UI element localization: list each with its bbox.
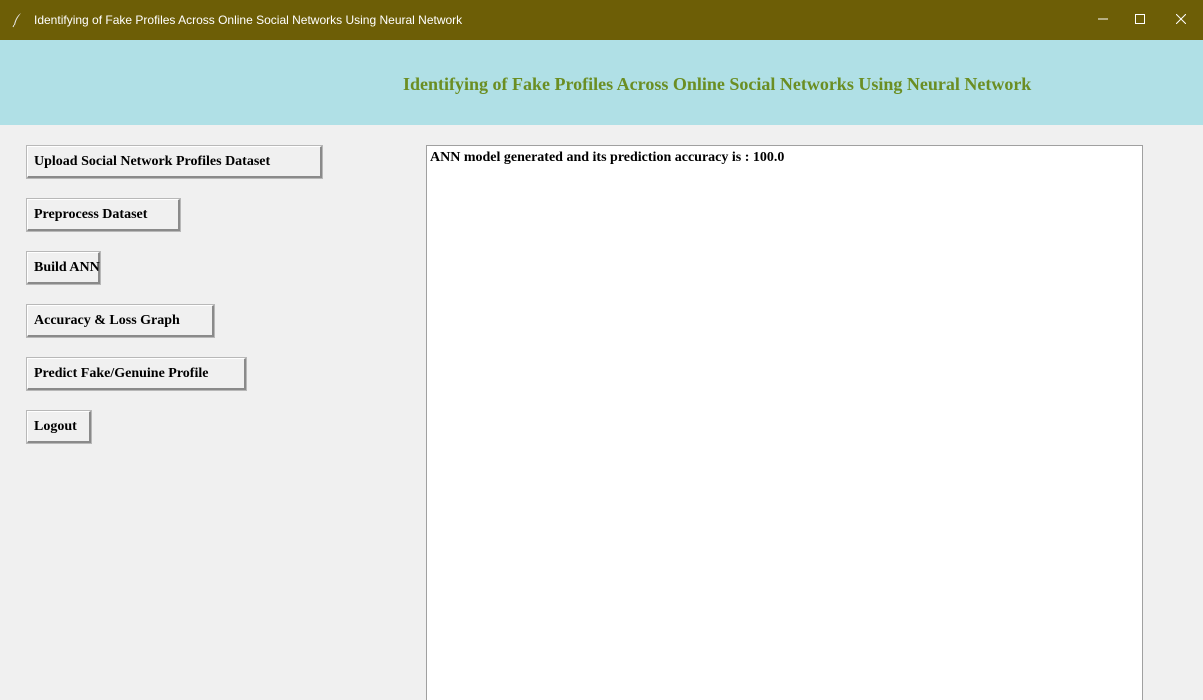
maximize-icon bbox=[1135, 13, 1145, 27]
predict-profile-button[interactable]: Predict Fake/Genuine Profile bbox=[26, 357, 247, 391]
output-line: ANN model generated and its prediction a… bbox=[430, 150, 785, 165]
output-text-area[interactable]: ANN model generated and its prediction a… bbox=[426, 145, 1143, 700]
page-title: Identifying of Fake Profiles Across Onli… bbox=[403, 74, 1032, 94]
preprocess-dataset-button[interactable]: Preprocess Dataset bbox=[26, 198, 181, 232]
upload-dataset-button[interactable]: Upload Social Network Profiles Dataset bbox=[26, 145, 323, 179]
header-banner: Identifying of Fake Profiles Across Onli… bbox=[0, 40, 1203, 125]
accuracy-loss-graph-button[interactable]: Accuracy & Loss Graph bbox=[26, 304, 215, 338]
maximize-button[interactable] bbox=[1117, 0, 1163, 40]
window-title: Identifying of Fake Profiles Across Onli… bbox=[34, 13, 463, 27]
close-icon bbox=[1175, 13, 1187, 27]
build-ann-button[interactable]: Build ANN bbox=[26, 251, 101, 285]
minimize-icon bbox=[1098, 13, 1108, 27]
logout-button[interactable]: Logout bbox=[26, 410, 92, 444]
feather-icon bbox=[10, 12, 26, 28]
app-window: Identifying of Fake Profiles Across Onli… bbox=[0, 0, 1203, 700]
title-bar[interactable]: Identifying of Fake Profiles Across Onli… bbox=[0, 0, 1203, 40]
close-button[interactable] bbox=[1158, 0, 1203, 40]
